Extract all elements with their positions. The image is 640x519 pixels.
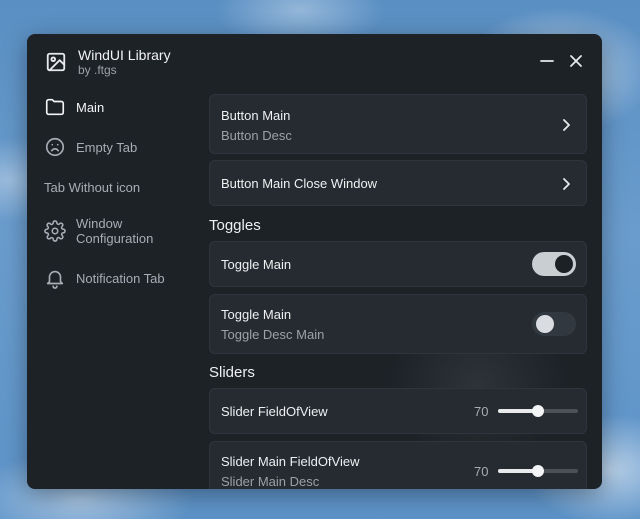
folder-icon (45, 98, 65, 116)
chevron-right-icon (563, 178, 570, 190)
window-title: WindUI Library (78, 47, 171, 63)
sidebar-item-label: Window Configuration (76, 216, 154, 246)
slider-thumb[interactable] (532, 465, 544, 477)
sidebar-item-empty-tab[interactable]: Empty Tab (44, 136, 137, 158)
toggle-switch-on[interactable] (532, 252, 576, 276)
slider-track[interactable] (498, 405, 578, 417)
slider-title: Slider Main FieldOfView (221, 454, 360, 469)
slider-track[interactable] (498, 465, 578, 477)
window-subtitle: by .ftgs (78, 63, 117, 77)
sidebar-item-label: Tab Without icon (44, 180, 141, 195)
button-title: Button Main (221, 108, 291, 123)
section-header-toggles: Toggles (209, 217, 261, 234)
minimize-button[interactable] (538, 52, 556, 70)
toggle-main-card: Toggle Main (209, 241, 587, 287)
sidebar-item-label: Notification Tab (76, 270, 165, 286)
toggle-main-desc-card: Toggle Main Toggle Desc Main (209, 294, 587, 354)
slider-value: 70 (474, 464, 489, 479)
sidebar-item-label: Empty Tab (76, 139, 138, 155)
section-header-sliders: Sliders (209, 364, 255, 381)
bell-icon (46, 270, 64, 289)
sidebar-item-main[interactable]: Main (44, 96, 104, 118)
button-main-card[interactable]: Button Main Button Desc (209, 94, 587, 154)
chevron-right-icon (563, 119, 570, 131)
main-content: Button Main Button Desc Button Main Clos… (209, 92, 589, 489)
toggle-description: Toggle Desc Main (221, 327, 325, 342)
image-icon (46, 52, 66, 72)
sidebar-item-window-configuration[interactable]: Window Configuration (44, 216, 171, 246)
desktop-background: WindUI Library by .ftgs Main Empty Tab T… (0, 0, 640, 519)
slider-title: Slider FieldOfView (221, 404, 328, 419)
title-bar: WindUI Library by .ftgs (27, 34, 602, 92)
slider-fieldofview-card: Slider FieldOfView 70 (209, 388, 587, 434)
toggle-switch-off[interactable] (532, 312, 576, 336)
frown-face-icon (45, 137, 65, 157)
sidebar-item-notification-tab[interactable]: Notification Tab (44, 267, 165, 289)
windui-window: WindUI Library by .ftgs Main Empty Tab T… (27, 34, 602, 489)
slider-thumb[interactable] (532, 405, 544, 417)
button-description: Button Desc (221, 128, 292, 143)
toggle-title: Toggle Main (221, 307, 292, 322)
slider-description: Slider Main Desc (221, 474, 320, 489)
gear-icon (44, 220, 66, 242)
close-button[interactable] (567, 52, 585, 70)
toggle-title: Toggle Main (221, 257, 292, 272)
sidebar-item-label: Main (76, 99, 105, 115)
sidebar-item-tab-without-icon[interactable]: Tab Without icon (44, 180, 140, 195)
button-main-close-window-card[interactable]: Button Main Close Window (209, 160, 587, 206)
slider-main-fieldofview-card: Slider Main FieldOfView Slider Main Desc… (209, 441, 587, 489)
sidebar: Main Empty Tab Tab Without icon Window C… (27, 92, 205, 489)
slider-value: 70 (474, 404, 489, 419)
button-title: Button Main Close Window (221, 176, 378, 191)
